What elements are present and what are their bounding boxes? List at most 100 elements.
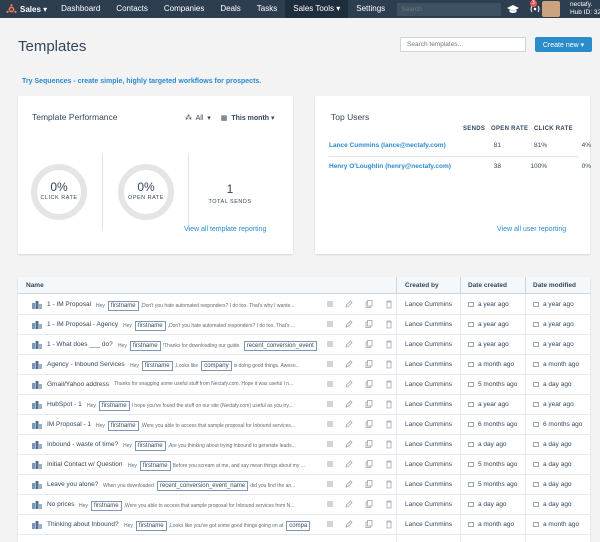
edit-icon[interactable]	[345, 360, 353, 369]
nav-contacts[interactable]: Contacts	[108, 0, 156, 18]
user-link[interactable]: Henry O'Loughlin (henry@nectafy.com)	[329, 163, 451, 170]
view-template-reporting-link[interactable]: View all template reporting	[184, 226, 266, 233]
edit-icon[interactable]	[345, 420, 353, 429]
delete-icon[interactable]	[385, 480, 393, 489]
copy-icon[interactable]	[365, 500, 373, 509]
list-icon[interactable]	[326, 320, 334, 329]
user-link[interactable]: Lance Cummins (lance@nectafy.com)	[329, 142, 446, 149]
table-row[interactable]: Thinking about Inbound? Hey firstname ,Look…	[18, 515, 590, 535]
table-row[interactable]: Agency - Inbound Services Hey firstname ,Lo…	[18, 355, 590, 375]
list-icon[interactable]	[326, 460, 334, 469]
template-name-link[interactable]: Gmail/Yahoo address	[47, 381, 109, 388]
table-row[interactable]: Inbound - waste of time? Hey firstname ,Are…	[18, 435, 590, 455]
delete-icon[interactable]	[385, 500, 393, 509]
template-name-link[interactable]: Leave you alone?	[47, 481, 98, 488]
nav-companies[interactable]: Companies	[156, 0, 212, 18]
edit-icon[interactable]	[345, 400, 353, 409]
delete-icon[interactable]	[385, 300, 393, 309]
table-row[interactable]: No prices Hey firstname ,Were you able to a…	[18, 495, 590, 515]
table-row[interactable]: Gmail/Yahoo address Thanks for snagging s…	[18, 375, 590, 395]
copy-icon[interactable]	[365, 380, 373, 389]
template-name-link[interactable]: Initial Contact w/ Question	[47, 461, 123, 468]
template-name-link[interactable]: No prices	[47, 501, 74, 508]
column-header-created-by[interactable]: Created by	[405, 282, 439, 289]
copy-icon[interactable]	[365, 320, 373, 329]
date-created-text: a day ago	[478, 501, 507, 508]
column-header-date-modified[interactable]: Date modified	[533, 282, 576, 289]
delete-icon[interactable]	[385, 340, 393, 349]
nav-sales-tools[interactable]: Sales Tools ▾	[285, 0, 349, 18]
table-row[interactable]: 1 - IM Proposal - Agency Hey firstname ,Don…	[18, 315, 590, 335]
list-icon[interactable]	[326, 340, 334, 349]
copy-icon[interactable]	[365, 340, 373, 349]
column-header-date-created[interactable]: Date created	[468, 282, 507, 289]
template-name-link[interactable]: IM Proposal - 1	[47, 421, 91, 428]
edit-icon[interactable]	[345, 500, 353, 509]
period-filter[interactable]: ▦ This month ▾	[221, 115, 275, 122]
column-header-name[interactable]: Name	[26, 282, 44, 289]
table-row[interactable]: Initial Contact w/ Question Hey firstname B…	[18, 455, 590, 475]
copy-icon[interactable]	[365, 360, 373, 369]
delete-icon[interactable]	[385, 460, 393, 469]
nav-brand-menu[interactable]: Sales ▾	[20, 5, 47, 14]
template-name-link[interactable]: 1 - IM Proposal - Agency	[47, 321, 118, 328]
template-search-input[interactable]	[400, 37, 526, 52]
template-name-link[interactable]: HubSpot - 1	[47, 401, 82, 408]
delete-icon[interactable]	[385, 400, 393, 409]
graduation-cap-icon[interactable]	[507, 4, 520, 14]
nav-deals[interactable]: Deals	[212, 0, 248, 18]
list-icon[interactable]	[326, 400, 334, 409]
delete-icon[interactable]	[385, 420, 393, 429]
avatar[interactable]	[542, 1, 560, 17]
account-menu[interactable]: nectafy. Hub ID: 32	[570, 1, 600, 16]
copy-icon[interactable]	[365, 440, 373, 449]
table-row[interactable]: IM Proposal - 1 Hey firstname ,Were you abl…	[18, 415, 590, 435]
list-icon[interactable]	[326, 420, 334, 429]
copy-icon[interactable]	[365, 520, 373, 529]
edit-icon[interactable]	[345, 340, 353, 349]
list-icon[interactable]	[326, 360, 334, 369]
copy-icon[interactable]	[365, 300, 373, 309]
delete-icon[interactable]	[385, 360, 393, 369]
sequences-promo-link[interactable]: Try Sequences - create simple, highly ta…	[22, 78, 261, 85]
edit-icon[interactable]	[345, 520, 353, 529]
nav-tasks[interactable]: Tasks	[249, 0, 285, 18]
delete-icon[interactable]	[385, 520, 393, 529]
edit-icon[interactable]	[345, 380, 353, 389]
list-icon[interactable]	[326, 300, 334, 309]
create-new-button[interactable]: Create new ▾	[535, 37, 592, 52]
delete-icon[interactable]	[385, 320, 393, 329]
edit-icon[interactable]	[345, 480, 353, 489]
copy-icon[interactable]	[365, 420, 373, 429]
table-row[interactable]: HubSpot - 1 Hey firstname I hope you've fou…	[18, 395, 590, 415]
template-name-link[interactable]: 1 - What does ___ do?	[47, 341, 113, 348]
view-user-reporting-link[interactable]: View all user reporting	[497, 226, 566, 233]
table-row[interactable]: 1 - What does ___ do? Hey firstname !Thanks…	[18, 335, 590, 355]
copy-icon[interactable]	[365, 480, 373, 489]
date-modified: a day ago	[533, 481, 572, 488]
list-icon[interactable]	[326, 500, 334, 509]
hubspot-logo-icon[interactable]	[4, 2, 18, 16]
template-name-link[interactable]: Inbound - waste of time?	[47, 441, 118, 448]
edit-icon[interactable]	[345, 300, 353, 309]
list-icon[interactable]	[326, 440, 334, 449]
nav-dashboard[interactable]: Dashboard	[53, 0, 108, 18]
template-name-link[interactable]: Agency - Inbound Services	[47, 361, 125, 368]
copy-icon[interactable]	[365, 400, 373, 409]
template-name-link[interactable]: 1 - IM Proposal	[47, 301, 91, 308]
edit-icon[interactable]	[345, 320, 353, 329]
edit-icon[interactable]	[345, 460, 353, 469]
list-icon[interactable]	[326, 480, 334, 489]
scope-filter[interactable]: ⁂ All ▾	[185, 115, 211, 122]
nav-search-input[interactable]	[397, 2, 502, 16]
edit-icon[interactable]	[345, 440, 353, 449]
list-icon[interactable]	[326, 520, 334, 529]
template-name-link[interactable]: Thinking about Inbound?	[47, 521, 119, 528]
delete-icon[interactable]	[385, 440, 393, 449]
nav-settings[interactable]: Settings	[348, 0, 393, 18]
copy-icon[interactable]	[365, 460, 373, 469]
table-row[interactable]: Leave you alone? When you downloaded recen…	[18, 475, 590, 495]
list-icon[interactable]	[326, 380, 334, 389]
table-row[interactable]: 1 - IM Proposal Hey firstname ,Don't you ha…	[18, 295, 590, 315]
delete-icon[interactable]	[385, 380, 393, 389]
